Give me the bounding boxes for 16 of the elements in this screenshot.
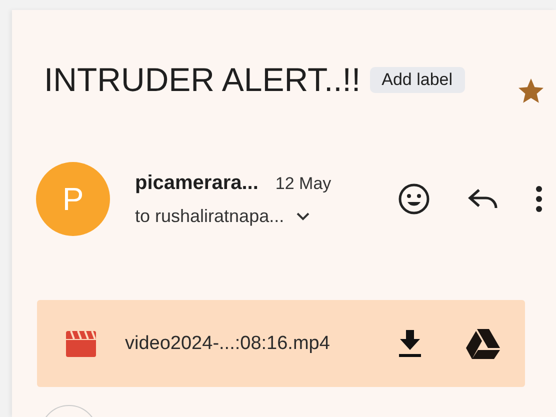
more-icon[interactable] (536, 186, 542, 212)
smiley-icon[interactable] (398, 183, 430, 215)
attachment-name: video2024-...:08:16.mp4 (125, 332, 330, 354)
drive-icon[interactable] (466, 328, 500, 358)
add-label-button[interactable]: Add label (370, 67, 465, 93)
sender-name: picamerara... (135, 172, 258, 194)
chevron-down-icon[interactable] (296, 212, 310, 220)
video-file-icon (65, 330, 97, 356)
download-icon[interactable] (398, 330, 422, 357)
email-subject: INTRUDER ALERT..!! (44, 61, 361, 99)
attachment-chip[interactable]: video2024-...:08:16.mp4 (37, 300, 525, 387)
avatar: P (36, 162, 110, 236)
reply-icon[interactable] (468, 188, 498, 210)
star-icon[interactable] (516, 76, 546, 106)
message-date: 12 May (275, 174, 332, 194)
recipient-text: to rushaliratnapa... (135, 206, 284, 226)
